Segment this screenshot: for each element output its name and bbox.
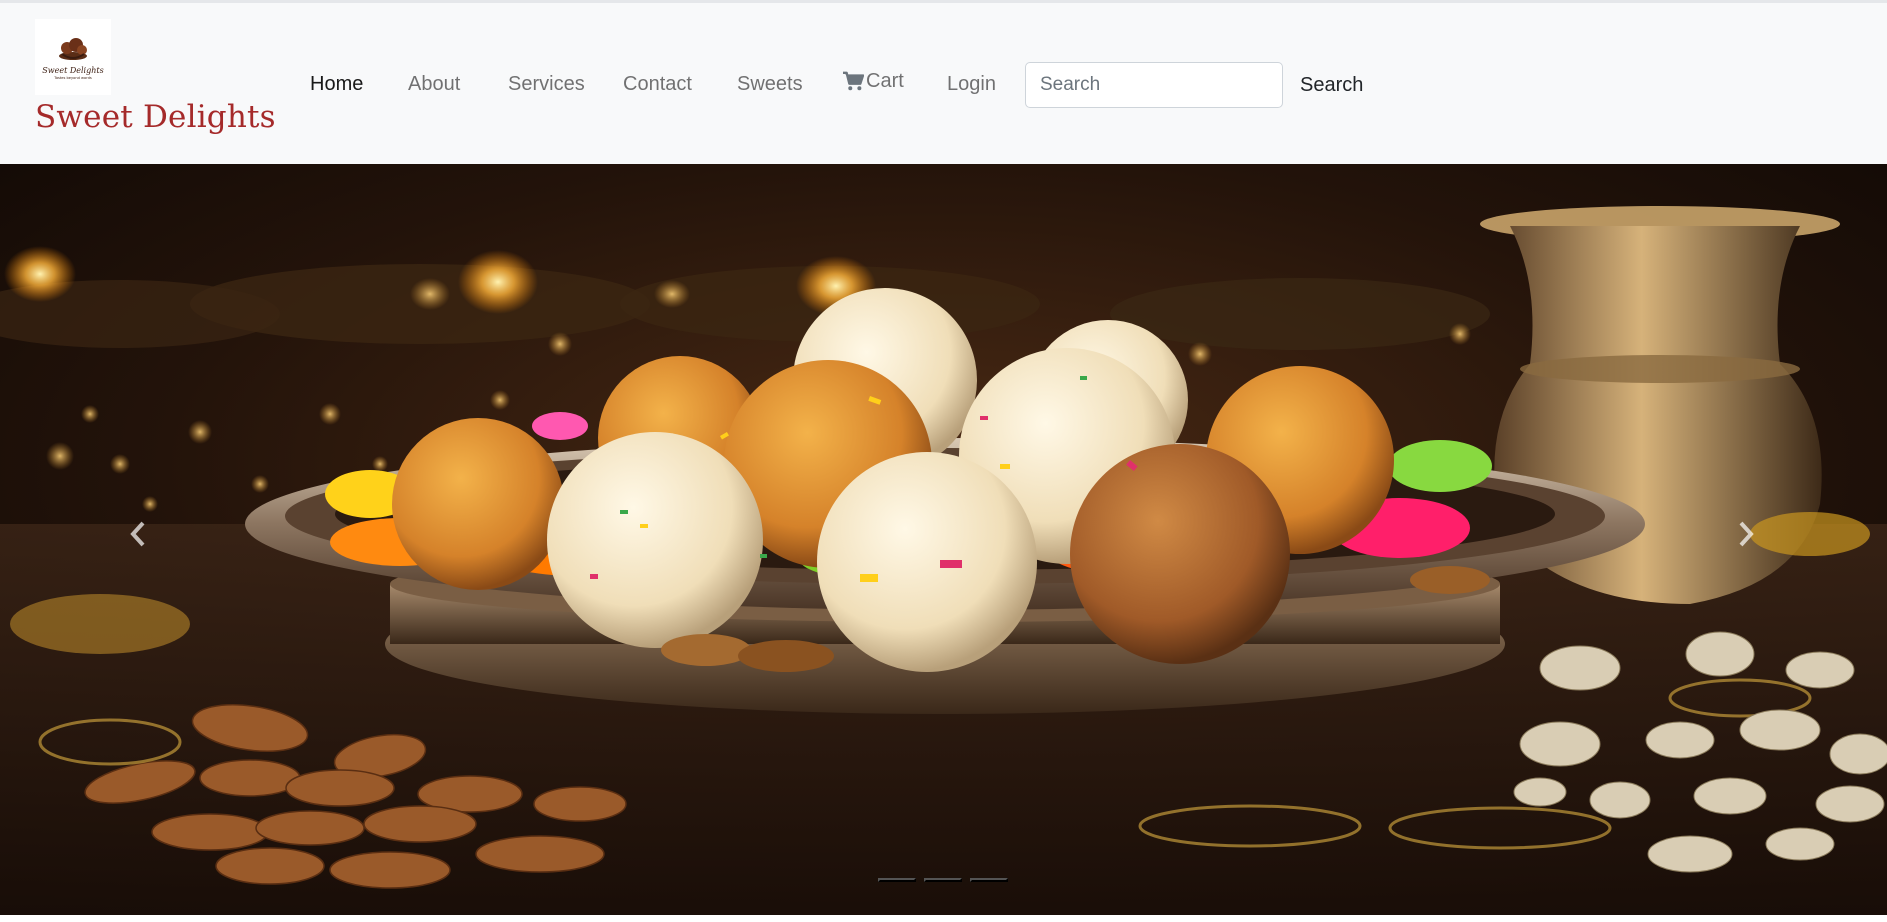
nav-cart-label: Cart bbox=[866, 70, 904, 92]
hero-carousel bbox=[0, 164, 1887, 915]
carousel-indicator-3[interactable] bbox=[970, 878, 1008, 882]
brand-name[interactable]: Sweet Delights bbox=[35, 99, 276, 135]
nav-about[interactable]: About bbox=[408, 73, 460, 95]
carousel-indicator-1[interactable] bbox=[878, 878, 916, 882]
nav-sweets[interactable]: Sweets bbox=[737, 73, 803, 95]
logo-text: Sweet Delights bbox=[42, 66, 104, 75]
carousel-prev-button[interactable] bbox=[118, 504, 158, 564]
navbar: Sweet Delights Tastes beyond words Sweet… bbox=[0, 0, 1887, 164]
search-button[interactable]: Search bbox=[1288, 62, 1375, 108]
brand-logo[interactable]: Sweet Delights Tastes beyond words bbox=[35, 19, 111, 95]
page-bottom bbox=[0, 915, 1887, 922]
nav-home[interactable]: Home bbox=[310, 73, 363, 95]
nav-login[interactable]: Login bbox=[947, 73, 996, 95]
nav-services[interactable]: Services bbox=[508, 73, 585, 95]
carousel-next-button[interactable] bbox=[1726, 504, 1766, 564]
hero-image-sweets bbox=[0, 164, 1887, 915]
search-input[interactable] bbox=[1025, 62, 1283, 108]
sweet-bowl-icon bbox=[59, 38, 87, 60]
chevron-left-icon bbox=[130, 521, 145, 547]
logo-tagline: Tastes beyond words bbox=[54, 76, 92, 80]
chevron-right-icon bbox=[1739, 521, 1754, 547]
carousel-indicators bbox=[878, 878, 1008, 882]
cart-icon bbox=[843, 71, 864, 91]
nav-cart[interactable]: Cart bbox=[842, 70, 904, 92]
carousel-indicator-2[interactable] bbox=[924, 878, 962, 882]
nav-contact[interactable]: Contact bbox=[623, 73, 692, 95]
